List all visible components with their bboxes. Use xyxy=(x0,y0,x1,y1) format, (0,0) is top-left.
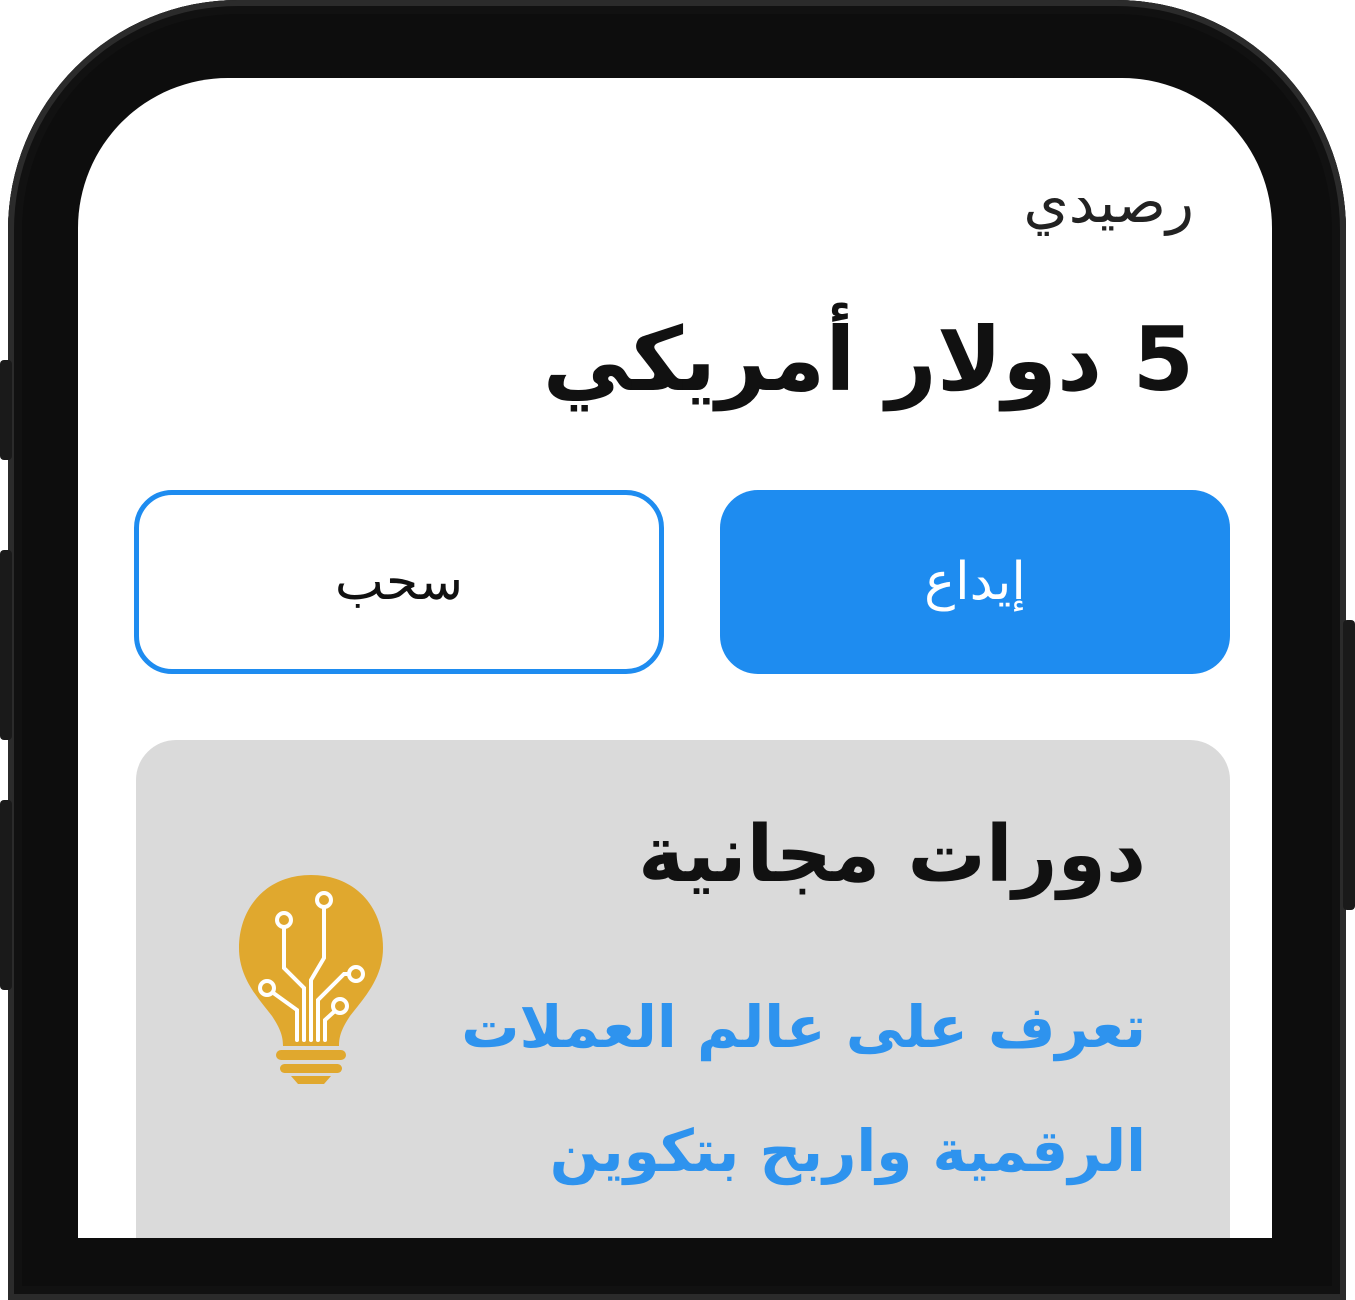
deposit-button-label: إيداع xyxy=(924,552,1026,612)
withdraw-button-label: سحب xyxy=(334,552,464,612)
lightbulb-icon xyxy=(239,875,383,1084)
card-title: دورات مجانية xyxy=(638,810,1146,900)
phone-volume-up xyxy=(0,550,12,740)
phone-mute-switch xyxy=(0,360,12,460)
free-courses-card[interactable]: دورات مجانية تعرف على عالم العملات الرقم… xyxy=(136,740,1230,1238)
balance-amount: 5 دولار أمريكي xyxy=(542,308,1194,411)
balance-label: رصيدي xyxy=(1023,168,1194,236)
card-description-link[interactable]: تعرف على عالم العملات الرقمية واربح بتكو… xyxy=(386,965,1146,1213)
deposit-button[interactable]: إيداع xyxy=(720,490,1230,674)
phone-power-button xyxy=(1343,620,1355,910)
phone-volume-down xyxy=(0,800,12,990)
app-screen: رصيدي 5 دولار أمريكي إيداع سحب دورات مجا… xyxy=(78,78,1272,1238)
withdraw-button[interactable]: سحب xyxy=(134,490,664,674)
